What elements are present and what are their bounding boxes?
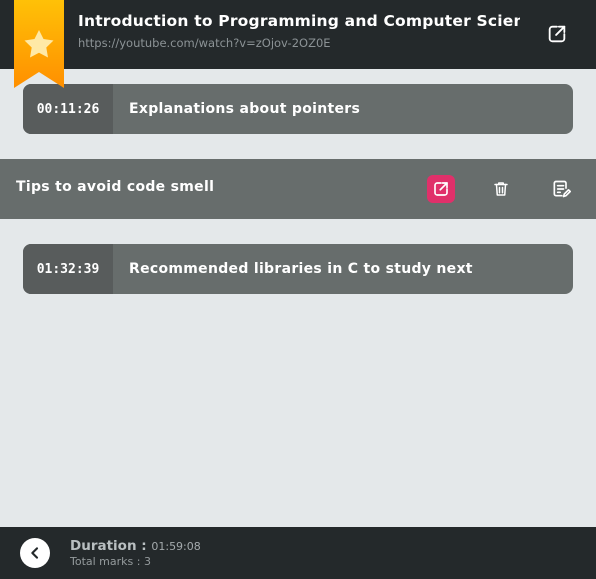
mark-label: Recommended libraries in C to study next <box>129 261 473 277</box>
mark-label: Explanations about pointers <box>129 101 361 117</box>
duration-label: Duration : <box>70 538 147 554</box>
star-bookmark-icon <box>14 0 64 88</box>
open-mark-button[interactable] <box>427 175 455 203</box>
video-url[interactable]: https://youtube.com/watch?v=zOjov-2OZ0E <box>78 36 331 50</box>
edit-note-icon <box>553 180 571 198</box>
mark-timestamp[interactable]: 00:11:26 <box>23 84 113 134</box>
mark-item[interactable]: 00:11:26 Explanations about pointers <box>23 84 573 134</box>
duration: Duration : 01:59:08 <box>70 538 201 554</box>
footer-bar: Duration : 01:59:08 Total marks : 3 <box>0 527 596 579</box>
mark-label: Tips to avoid code smell <box>16 179 215 195</box>
trash-icon <box>494 182 508 196</box>
video-title: Introduction to Programming and Computer… <box>78 12 520 30</box>
video-header: Introduction to Programming and Computer… <box>0 0 596 69</box>
chevron-left-icon <box>31 547 39 559</box>
duration-value: 01:59:08 <box>151 540 201 553</box>
mark-timestamp[interactable]: 01:32:39 <box>23 244 113 294</box>
external-link-icon <box>548 25 566 43</box>
mark-item-selected[interactable]: Tips to avoid code smell <box>0 159 596 219</box>
edit-mark-button[interactable] <box>547 175 575 203</box>
delete-mark-button[interactable] <box>487 175 515 203</box>
back-button[interactable] <box>20 538 50 568</box>
external-link-icon <box>434 182 448 196</box>
open-video-button[interactable] <box>544 21 570 47</box>
total-marks: Total marks : 3 <box>70 555 151 568</box>
mark-item[interactable]: 01:32:39 Recommended libraries in C to s… <box>23 244 573 294</box>
